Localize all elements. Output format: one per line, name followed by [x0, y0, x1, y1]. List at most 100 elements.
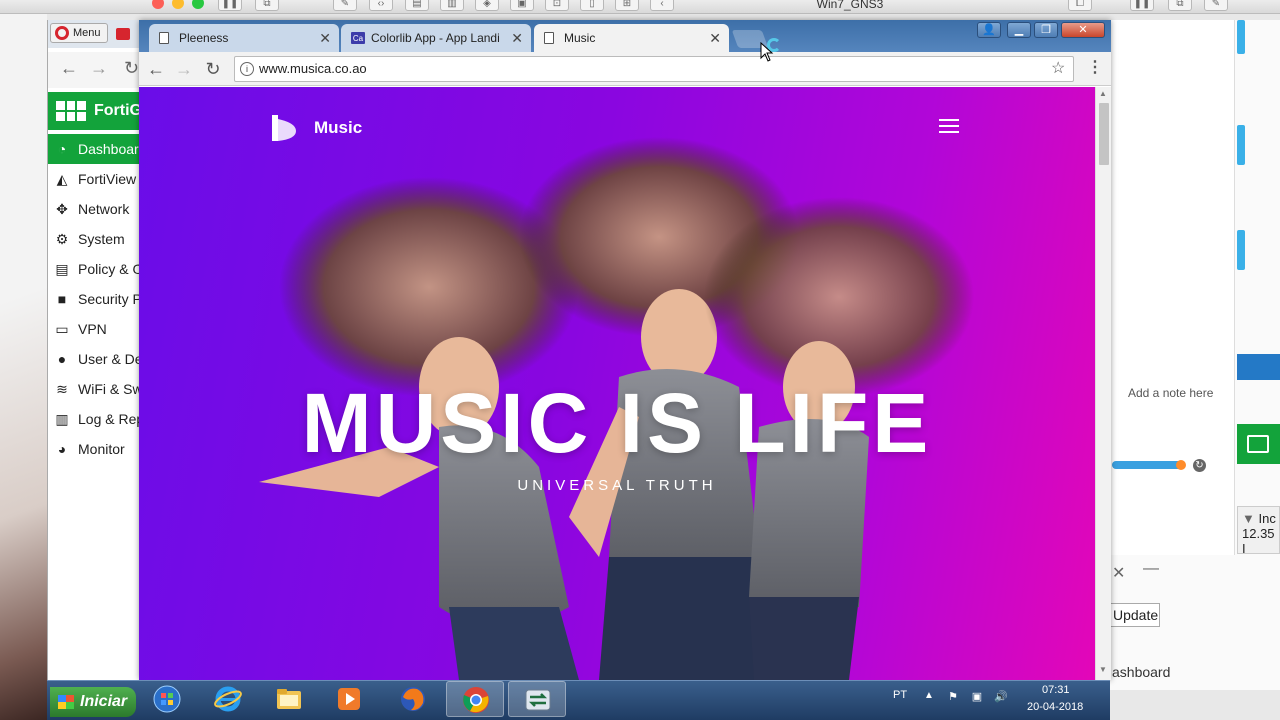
fortinet-tab-icon[interactable]: [116, 28, 130, 40]
chart-icon: ◭: [56, 171, 68, 187]
sidebar-item-wifi[interactable]: ≋WiFi & Switch Controller: [48, 374, 229, 404]
tab-pleeness[interactable]: Pleeness ✕: [149, 24, 339, 52]
minimize-button[interactable]: ▁: [1007, 22, 1031, 38]
reload-icon[interactable]: ↻: [202, 58, 224, 80]
tab-title: Pleeness: [179, 31, 229, 45]
taskbar-firefox[interactable]: [384, 681, 442, 717]
sidebar-item-label: FortiView: [78, 171, 137, 187]
background-browser-window: Menu ← → ↻ FortiGate ◔ Dashboard ◭ FortiVi…: [47, 20, 229, 690]
tab-music[interactable]: Music ✕: [534, 24, 729, 52]
clock-time[interactable]: 07:31: [1042, 684, 1070, 696]
opera-icon: [55, 26, 69, 40]
sidebar-item-log[interactable]: ▥ Log & Report: [48, 404, 160, 434]
back-icon[interactable]: ←: [145, 58, 167, 80]
chrome-icon: [463, 687, 489, 713]
site-brand[interactable]: Music: [314, 118, 362, 138]
forward-icon[interactable]: →: [173, 58, 195, 80]
sidebar-item-user[interactable]: ● User & Device: [48, 344, 168, 374]
start-button[interactable]: Iniciar: [50, 687, 136, 717]
update-button[interactable]: Update: [1110, 603, 1160, 627]
sidebar-item-label: Monitor: [78, 441, 125, 457]
tab-close-icon[interactable]: ✕: [511, 24, 523, 52]
tab-title: Music: [564, 31, 596, 45]
address-bar[interactable]: i www.musica.co.ao: [234, 56, 1074, 82]
taskbar-media-player[interactable]: [320, 681, 378, 717]
clock-date[interactable]: 20-04-2018: [1027, 701, 1083, 713]
host-side-pause-button[interactable]: ❚❚: [1130, 0, 1154, 11]
music-logo-icon: [272, 115, 296, 141]
forward-icon[interactable]: →: [90, 58, 108, 79]
dashboard-icon: ◔: [57, 141, 67, 157]
host-side-wrench-button[interactable]: ✎: [1204, 0, 1228, 11]
tab-colorlib[interactable]: Ca Colorlib App - App Landi ✕: [341, 24, 531, 52]
language-indicator[interactable]: PT: [893, 689, 907, 701]
side-accent-bar: [1237, 20, 1245, 54]
slider-knob[interactable]: [1176, 460, 1186, 470]
scroll-thumb[interactable]: [1099, 103, 1109, 165]
filter-box[interactable]: ▼ Inc 12.35 I: [1237, 506, 1280, 556]
sidebar-item-network[interactable]: ✥ Network: [48, 194, 148, 224]
bar-chart-icon: ▥: [55, 411, 69, 427]
back-icon[interactable]: ←: [60, 58, 78, 79]
sidebar-item-vpn[interactable]: ▭ VPN: [48, 314, 148, 344]
video-button[interactable]: [1237, 424, 1280, 464]
video-camera-icon: [1247, 435, 1269, 453]
minimize-icon[interactable]: —: [1143, 560, 1159, 578]
volume-icon[interactable]: 🔊: [994, 690, 1008, 704]
sidebar-item-dashboard[interactable]: ◔ Dashboard: [48, 134, 148, 164]
host-fullscreen-button[interactable]: ⧠: [1068, 0, 1092, 11]
restore-button[interactable]: ❐: [1034, 22, 1058, 38]
close-icon[interactable]: ✕: [1112, 563, 1125, 583]
dashboard-link[interactable]: ashboard: [1112, 664, 1170, 680]
bookmark-star-icon[interactable]: ☆: [1051, 58, 1065, 78]
lock-icon: ■: [57, 291, 67, 307]
taskbar-chrome[interactable]: [446, 681, 504, 717]
sidebar-item-system[interactable]: ⚙ System: [48, 224, 148, 254]
info-icon[interactable]: i: [240, 62, 254, 76]
page-icon: [159, 32, 169, 44]
note-placeholder[interactable]: Add a note here: [1128, 386, 1213, 400]
network-tray-icon[interactable]: ▣: [970, 690, 984, 704]
fortinet-logo-icon: [56, 101, 86, 121]
side-accent-bar: [1237, 125, 1245, 165]
reload-icon[interactable]: ↻: [124, 58, 139, 79]
desktop-wallpaper: [0, 14, 47, 720]
page-scrollbar[interactable]: ▲ ▼: [1095, 87, 1111, 680]
scroll-down-icon[interactable]: ▼: [1099, 665, 1107, 674]
page-icon: [544, 32, 554, 44]
network-icon: [525, 689, 551, 711]
scroll-up-icon[interactable]: ▲: [1099, 89, 1107, 98]
menu-kebab-icon[interactable]: ⋮: [1087, 57, 1103, 77]
document-icon: ▤: [55, 261, 69, 277]
profile-button[interactable]: 👤: [977, 22, 1001, 38]
tab-close-icon[interactable]: ✕: [709, 24, 721, 52]
sidebar-item-fortiview[interactable]: ◭ FortiView: [48, 164, 148, 194]
sidebar-item-label: Network: [78, 201, 130, 217]
host-side-snapshot-button[interactable]: ⧉: [1168, 0, 1192, 11]
folder-icon: [277, 689, 301, 709]
sidebar-item-monitor[interactable]: ◕ Monitor: [48, 434, 148, 464]
sidebar-item-policy[interactable]: ▤ Policy & Objects: [48, 254, 180, 284]
colorlib-icon: Ca: [351, 32, 365, 44]
sidebar-item-security[interactable]: ■ Security Profiles: [48, 284, 179, 314]
close-button[interactable]: ✕: [1061, 22, 1105, 38]
monitor-icon: ▭: [55, 321, 69, 337]
hero-subtitle: UNIVERSAL TRUTH: [517, 477, 717, 494]
refresh-icon[interactable]: ↻: [1193, 459, 1206, 472]
opera-menu-button[interactable]: Menu: [50, 23, 108, 43]
sidebar-item-label: System: [78, 231, 125, 247]
taskbar-folder[interactable]: [260, 681, 318, 717]
firefox-icon: [401, 687, 425, 711]
taskbar-windows-explorer[interactable]: [138, 681, 196, 717]
move-arrows-icon: ✥: [56, 201, 68, 217]
taskbar-network-app[interactable]: [508, 681, 566, 717]
progress-slider[interactable]: [1112, 460, 1186, 470]
windows-explorer-icon: [153, 685, 181, 713]
filter-icon: ▼: [1242, 511, 1255, 526]
flag-alert-icon[interactable]: ⚑: [946, 690, 960, 704]
tab-close-icon[interactable]: ✕: [319, 24, 331, 52]
tray-expand-icon[interactable]: ▲: [924, 690, 934, 701]
gear-icon: ⚙: [55, 231, 69, 247]
hamburger-menu-icon[interactable]: [939, 119, 959, 133]
taskbar-internet-explorer[interactable]: [199, 681, 257, 717]
